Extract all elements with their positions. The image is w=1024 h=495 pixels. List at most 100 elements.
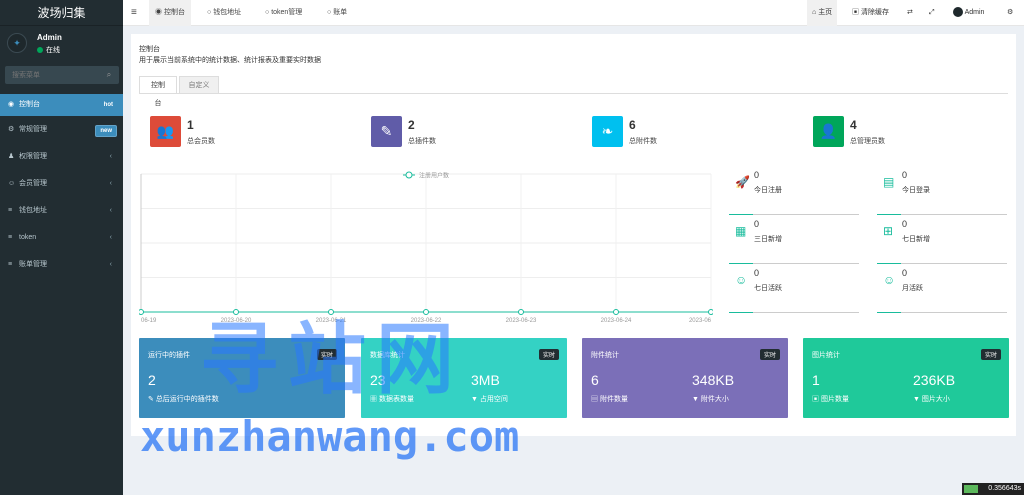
card-value-2: 236KB xyxy=(913,372,956,388)
page-title: 控制台 xyxy=(139,46,160,53)
tab-bills[interactable]: ○ 账单 xyxy=(327,0,347,26)
data-point[interactable] xyxy=(139,309,144,315)
tab-dashboard-panel[interactable]: 控制台 xyxy=(139,76,177,107)
card-label-text: 附件大小 xyxy=(700,396,729,403)
data-point[interactable] xyxy=(708,309,714,315)
rocket-icon: 🚀 xyxy=(735,175,750,189)
sidebar-item-members[interactable]: ☺ 会员管理 ‹ xyxy=(0,173,123,200)
admin-menu[interactable]: Admin xyxy=(953,0,984,26)
clear-cache-button[interactable]: ▣ 清除缓存 xyxy=(852,0,889,26)
divider xyxy=(877,263,1007,264)
sidebar-item-auth[interactable]: ♟ 权限管理 ‹ xyxy=(0,146,123,173)
card-value: 2 xyxy=(148,372,156,388)
sidebar-item-label: 权限管理 xyxy=(19,153,47,160)
mini-stat-label: 七日新增 xyxy=(902,236,930,243)
card-label: ▤ 附件数量 xyxy=(591,394,628,404)
stat-label: 总管理员数 xyxy=(850,138,885,145)
tab-wallet[interactable]: ○ 钱包地址 xyxy=(207,0,241,26)
user-panel: ✦ Admin 在线 xyxy=(0,26,123,62)
divider xyxy=(729,312,859,313)
card-label-text: 占用空间 xyxy=(479,396,508,403)
data-point[interactable] xyxy=(233,309,239,315)
new-badge: new xyxy=(95,125,117,137)
filter-icon: ▼ xyxy=(471,396,480,403)
tab-token[interactable]: ○ token管理 xyxy=(265,0,302,26)
sidebar-item-general[interactable]: ⚙ 常规管理 new xyxy=(0,119,123,146)
mini-stat-number: 0 xyxy=(902,170,908,180)
divider xyxy=(729,214,859,215)
sidebar-item-label: token xyxy=(19,234,37,241)
mini-stat-label: 月活跃 xyxy=(902,285,923,292)
tab-label: token管理 xyxy=(271,9,303,16)
card-value: 6 xyxy=(591,372,599,388)
sidebar-item-label: 会员管理 xyxy=(19,180,47,187)
magic-icon: ✎ xyxy=(148,396,156,403)
mini-stat-number: 0 xyxy=(902,268,908,278)
data-point[interactable] xyxy=(518,309,524,315)
sidebar-item-wallet[interactable]: ≡ 钱包地址 ‹ xyxy=(0,200,123,227)
card-label-text: 图片大小 xyxy=(921,396,950,403)
watermark-url: xunzhanwang.com xyxy=(140,412,520,461)
user-circle-icon: ☺ xyxy=(735,273,748,287)
sidebar-item-token[interactable]: ≡ token ‹ xyxy=(0,227,123,254)
vcard-icon: ▤ xyxy=(883,175,895,189)
calendar-icon: ▦ xyxy=(735,224,747,238)
realtime-badge: 实时 xyxy=(980,349,1001,360)
tab-divider xyxy=(139,93,1008,94)
render-time-badge: 0.356643s xyxy=(962,483,1024,495)
watermark-logo: 寻站网 xyxy=(200,315,465,405)
card-images: 图片统计 实时 1 ▣ 图片数量 236KB ▼ 图片大小 xyxy=(803,338,1009,418)
cogs-icon: ⚙ xyxy=(8,126,15,133)
stat-label: 总插件数 xyxy=(408,138,436,145)
card-label-2: ▼ 附件大小 xyxy=(692,394,729,404)
card-title: 图片统计 xyxy=(812,352,840,359)
search-icon[interactable]: ⌕ xyxy=(103,69,115,81)
tab-custom-panel[interactable]: 自定义 xyxy=(179,76,219,94)
sidebar-item-label: 账单管理 xyxy=(19,261,47,268)
legend-label[interactable]: 注册用户数 xyxy=(419,172,449,180)
sidebar-item-label: 常规管理 xyxy=(19,126,47,133)
chevron-left-icon: ‹ xyxy=(109,207,112,214)
filter-icon: ▼ xyxy=(692,396,701,403)
fullscreen-icon[interactable]: ⤢ xyxy=(929,0,935,26)
sidebar-item-bills[interactable]: ≡ 账单管理 ‹ xyxy=(0,254,123,281)
settings-gear-icon[interactable]: ⚙ xyxy=(1007,0,1013,26)
admin-label: Admin xyxy=(964,9,985,16)
card-value: 1 xyxy=(812,372,820,388)
users-icon: 👥 xyxy=(150,116,181,147)
data-point[interactable] xyxy=(613,309,619,315)
mini-stat-today-login: ▤ 0 今日登录 xyxy=(877,167,1007,215)
data-point[interactable] xyxy=(423,309,429,315)
legend-marker-icon[interactable] xyxy=(405,171,413,179)
sidebar-search: ⌕ xyxy=(5,66,119,84)
data-point[interactable] xyxy=(328,309,334,315)
mini-stat-month-active: ☺ 0 月活跃 xyxy=(877,265,1007,313)
trash-icon: ▣ xyxy=(852,9,861,16)
user-circle-icon: ☺ xyxy=(883,273,896,287)
home-label: 主页 xyxy=(818,9,833,16)
mini-stat-label: 七日活跃 xyxy=(754,285,782,292)
sidebar-item-dashboard[interactable]: ◉ 控制台 hot xyxy=(0,94,123,116)
image-icon: ▣ xyxy=(812,396,821,403)
calendar-plus-icon: ⊞ xyxy=(883,224,894,238)
group-icon: ♟ xyxy=(8,153,15,160)
tab-dashboard[interactable]: ◉ 控制台 xyxy=(149,0,191,26)
mini-stat-three-day: ▦ 0 三日新增 xyxy=(729,216,859,264)
card-value-2: 3MB xyxy=(471,372,500,388)
mini-stat-number: 0 xyxy=(902,219,908,229)
menu-toggle-icon[interactable]: ≡ xyxy=(131,0,137,26)
card-title: 运行中的插件 xyxy=(148,352,190,359)
card-value-2: 348KB xyxy=(692,372,735,388)
realtime-badge: 实时 xyxy=(538,349,559,360)
x-tick-label: 2023-06-24 xyxy=(601,318,632,324)
translate-icon[interactable]: ⇄ xyxy=(907,0,913,26)
mini-stat-label: 今日注册 xyxy=(754,187,782,194)
file-icon: ▤ xyxy=(591,396,600,403)
home-button[interactable]: ⌂ 主页 xyxy=(807,0,838,26)
card-label-2: ▼ 占用空间 xyxy=(471,394,508,404)
stat-number: 4 xyxy=(850,118,857,132)
stat-label: 总附件数 xyxy=(629,138,657,145)
search-input[interactable] xyxy=(5,66,101,84)
chevron-left-icon: ‹ xyxy=(109,153,112,160)
app-logo[interactable]: 波场归集 xyxy=(0,0,123,26)
